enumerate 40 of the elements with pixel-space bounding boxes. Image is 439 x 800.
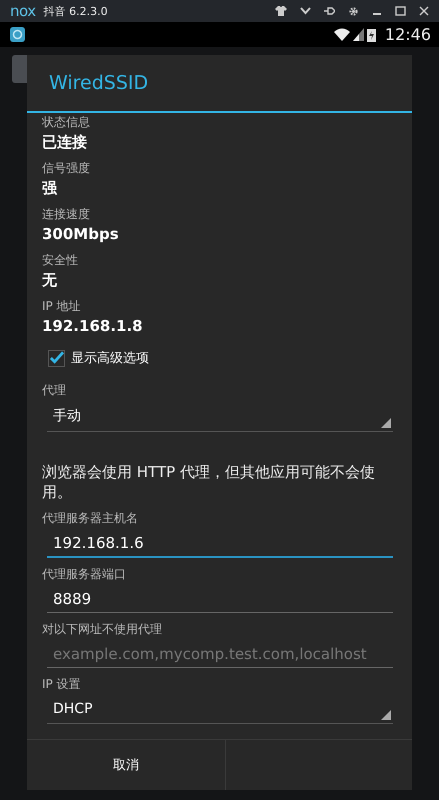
field-label: 状态信息 (42, 115, 91, 130)
dropdown-arrow-icon[interactable] (381, 418, 391, 428)
field-label: 信号强度 (42, 161, 91, 176)
cancel-button[interactable]: 取消 (27, 740, 225, 790)
field-label: IP 地址 (42, 299, 82, 314)
field-value: 已连接 (42, 132, 88, 152)
checkbox-label[interactable]: 显示高级选项 (71, 349, 149, 367)
text-field[interactable]: 192.168.1.6 (47, 531, 393, 558)
ip-settings-dropdown[interactable]: DHCP (47, 698, 393, 724)
field-label: 安全性 (42, 253, 79, 268)
checkbox[interactable] (48, 350, 65, 366)
field-label: 代理 (42, 383, 67, 398)
text-field[interactable]: 8889 (47, 587, 393, 613)
text-field[interactable]: example.com,mycomp.test.com,localhost (47, 642, 393, 668)
dialog-title: WiredSSID (49, 72, 148, 94)
close-icon[interactable] (419, 6, 429, 16)
app-icon (10, 27, 25, 42)
signal-icon (352, 28, 364, 41)
field-label: 对以下网址不使用代理 (42, 622, 163, 637)
field-label: 代理服务器端口 (42, 567, 127, 582)
pin-icon[interactable] (324, 6, 335, 16)
proxy-note: 浏览器会使用 HTTP 代理，但其他应用可能不会使用。 (42, 462, 376, 502)
maximize-icon[interactable] (395, 6, 406, 16)
field-label: 代理服务器主机名 (42, 511, 139, 526)
wifi-icon (334, 28, 350, 41)
window-title: 抖音 6.2.3.0 (44, 4, 108, 18)
chevron-down-icon[interactable] (300, 7, 311, 15)
field-value: 300Mbps (42, 224, 120, 244)
proxy-dropdown[interactable]: 手动 (47, 404, 393, 432)
settings-icon[interactable] (348, 6, 359, 16)
field-label: 连接速度 (42, 207, 91, 222)
field-label: IP 设置 (42, 677, 82, 692)
emulator-logo: nox (10, 4, 36, 18)
battery-icon (366, 28, 376, 42)
field-value: 强 (42, 178, 58, 198)
field-value: 192.168.1.8 (42, 316, 144, 336)
clock: 12:46 (384, 25, 431, 44)
field-value: 无 (42, 270, 58, 290)
dropdown-arrow-icon[interactable] (381, 710, 391, 720)
shirt-icon[interactable] (275, 6, 287, 16)
